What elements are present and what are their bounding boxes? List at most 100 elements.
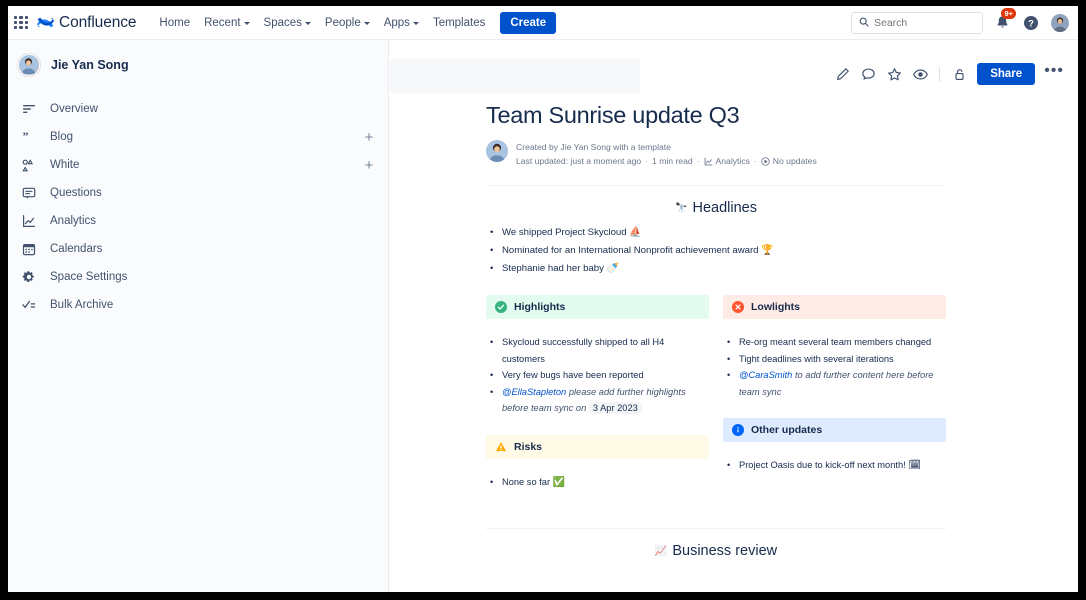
byline-text: Created by Jie Yan Song with a template … xyxy=(516,140,817,168)
panel-lowlights-title: Lowlights xyxy=(751,301,800,313)
ship-emoji-icon: ⛵ xyxy=(629,227,641,238)
author-avatar[interactable] xyxy=(486,140,508,162)
nav-home[interactable]: Home xyxy=(152,12,197,34)
svg-text:?: ? xyxy=(1028,18,1034,29)
user-mention[interactable]: @CaraSmith xyxy=(739,370,792,380)
sidebar-item-bulk-archive[interactable]: Bulk Archive xyxy=(8,291,388,319)
create-button[interactable]: Create xyxy=(500,12,556,34)
gear-icon xyxy=(20,268,38,286)
comment-icon[interactable] xyxy=(856,62,880,86)
nav-home-label: Home xyxy=(159,17,190,29)
nav-templates-label: Templates xyxy=(433,17,485,29)
list-item: Re-org meant several team members change… xyxy=(723,334,946,351)
meta-separator: · xyxy=(697,155,700,168)
toolbar-divider xyxy=(939,67,940,82)
trophy-emoji-icon: 🏆 xyxy=(761,245,773,256)
updates-indicator[interactable]: No updates xyxy=(761,155,817,168)
list-item: Project Oasis due to kick-off next month… xyxy=(723,457,946,475)
watch-eye-icon[interactable] xyxy=(908,62,932,86)
panel-risks: Risks None so far ✅ xyxy=(486,435,709,492)
user-mention[interactable]: @EllaStapleton xyxy=(502,387,566,397)
sidebar-item-blog[interactable]: ” Blog + xyxy=(8,123,388,151)
share-button[interactable]: Share xyxy=(977,63,1035,85)
space-header[interactable]: Jie Yan Song xyxy=(8,40,388,76)
headline-text: Nominated for an International Nonprofit… xyxy=(502,245,761,256)
create-blog-plus-icon[interactable]: + xyxy=(362,130,376,145)
headlines-heading: 🔭 Headlines xyxy=(486,200,946,216)
list-item: We shipped Project Skycloud ⛵ xyxy=(486,224,946,242)
app-switcher-icon[interactable] xyxy=(14,16,28,30)
sidebar-item-blog-label: Blog xyxy=(50,131,73,143)
meta-separator: · xyxy=(754,155,757,168)
check-mark-emoji-icon: ✅ xyxy=(553,477,565,488)
panel-other-updates-title: Other updates xyxy=(751,424,822,436)
sidebar-item-questions[interactable]: Questions xyxy=(8,179,388,207)
other-update-text: Project Oasis due to kick-off next month… xyxy=(739,460,908,470)
panel-lowlights-header: Lowlights xyxy=(723,295,946,319)
panel-other-updates: Other updates Project Oasis due to kick-… xyxy=(723,418,946,475)
nav-templates[interactable]: Templates xyxy=(426,12,492,34)
nav-people[interactable]: People xyxy=(318,12,377,34)
edit-pencil-icon[interactable] xyxy=(830,62,854,86)
sidebar-item-space-settings[interactable]: Space Settings xyxy=(8,263,388,291)
page-content-area: Share ••• Team Sunrise update Q3 Created… xyxy=(390,40,1078,592)
sidebar-item-questions-label: Questions xyxy=(50,187,102,199)
divider xyxy=(486,528,946,529)
search-input[interactable] xyxy=(874,17,975,29)
help-button[interactable]: ? xyxy=(1021,13,1041,33)
panel-other-updates-header: Other updates xyxy=(723,418,946,442)
nav-apps[interactable]: Apps xyxy=(377,12,426,34)
create-whiteboard-plus-icon[interactable]: + xyxy=(362,158,376,173)
check-circle-icon xyxy=(495,301,507,313)
calendar-emoji-icon: 🗓 xyxy=(908,460,921,471)
sidebar-item-overview[interactable]: Overview xyxy=(8,95,388,123)
global-nav-right: 9+ ? xyxy=(851,12,1078,34)
panel-lowlights-list: Re-org meant several team members change… xyxy=(723,327,946,400)
nav-spaces[interactable]: Spaces xyxy=(257,12,318,34)
analytics-link[interactable]: Analytics xyxy=(704,155,750,168)
lowlight-text: Tight deadlines with several iterations xyxy=(739,354,894,364)
space-name-label: Jie Yan Song xyxy=(51,58,129,72)
notifications-button[interactable]: 9+ xyxy=(992,13,1012,33)
search-icon xyxy=(859,14,869,32)
search-box[interactable] xyxy=(851,12,983,34)
headlines-list: We shipped Project Skycloud ⛵ Nominated … xyxy=(486,224,946,278)
list-item: @EllaStapleton please add further highli… xyxy=(486,384,709,417)
panel-risks-title: Risks xyxy=(514,441,542,453)
space-nav-list: Overview ” Blog + xyxy=(8,95,388,319)
confluence-logo[interactable]: Confluence xyxy=(37,14,136,32)
list-item: Tight deadlines with several iterations xyxy=(723,351,946,368)
sidebar-item-calendars[interactable]: Calendars xyxy=(8,235,388,263)
nav-recent[interactable]: Recent xyxy=(197,12,256,34)
sidebar-item-analytics-label: Analytics xyxy=(50,215,96,227)
risk-text: None so far xyxy=(502,477,553,487)
sidebar-item-analytics[interactable]: Analytics xyxy=(8,207,388,235)
more-actions-icon[interactable]: ••• xyxy=(1037,62,1068,86)
chevron-down-icon xyxy=(364,22,370,25)
panel-highlights: Highlights Skycloud successfully shipped… xyxy=(486,295,709,417)
global-navigation-bar: Confluence Home Recent Spaces People App… xyxy=(8,6,1078,40)
list-item: Stephanie had her baby 🍼 xyxy=(486,260,946,278)
page-action-toolbar: Share ••• xyxy=(830,62,1068,86)
chart-increasing-emoji-icon: 📈 xyxy=(655,546,667,557)
date-chip[interactable]: 3 Apr 2023 xyxy=(589,402,642,414)
panel-risks-header: Risks xyxy=(486,435,709,459)
panels-grid: Highlights Skycloud successfully shipped… xyxy=(486,295,946,491)
star-icon[interactable] xyxy=(882,62,906,86)
headline-text: Stephanie had her baby xyxy=(502,263,607,274)
business-review-heading: 📈 Business review xyxy=(486,543,946,559)
chevron-down-icon xyxy=(413,22,419,25)
list-item: Very few bugs have been reported xyxy=(486,367,709,384)
blog-icon: ” xyxy=(20,128,38,146)
panel-highlights-list: Skycloud successfully shipped to all H4 … xyxy=(486,327,709,417)
profile-avatar[interactable] xyxy=(1050,13,1070,33)
sidebar-item-white[interactable]: White + xyxy=(8,151,388,179)
nav-recent-label: Recent xyxy=(204,17,240,29)
app-window: Confluence Home Recent Spaces People App… xyxy=(8,6,1078,592)
overview-icon xyxy=(20,100,38,118)
info-circle-icon xyxy=(732,424,744,436)
panel-other-updates-list: Project Oasis due to kick-off next month… xyxy=(723,450,946,475)
restrictions-lock-icon[interactable] xyxy=(947,62,971,86)
page-metadata-row: Last updated: just a moment ago · 1 min … xyxy=(516,155,817,168)
questions-icon xyxy=(20,184,38,202)
